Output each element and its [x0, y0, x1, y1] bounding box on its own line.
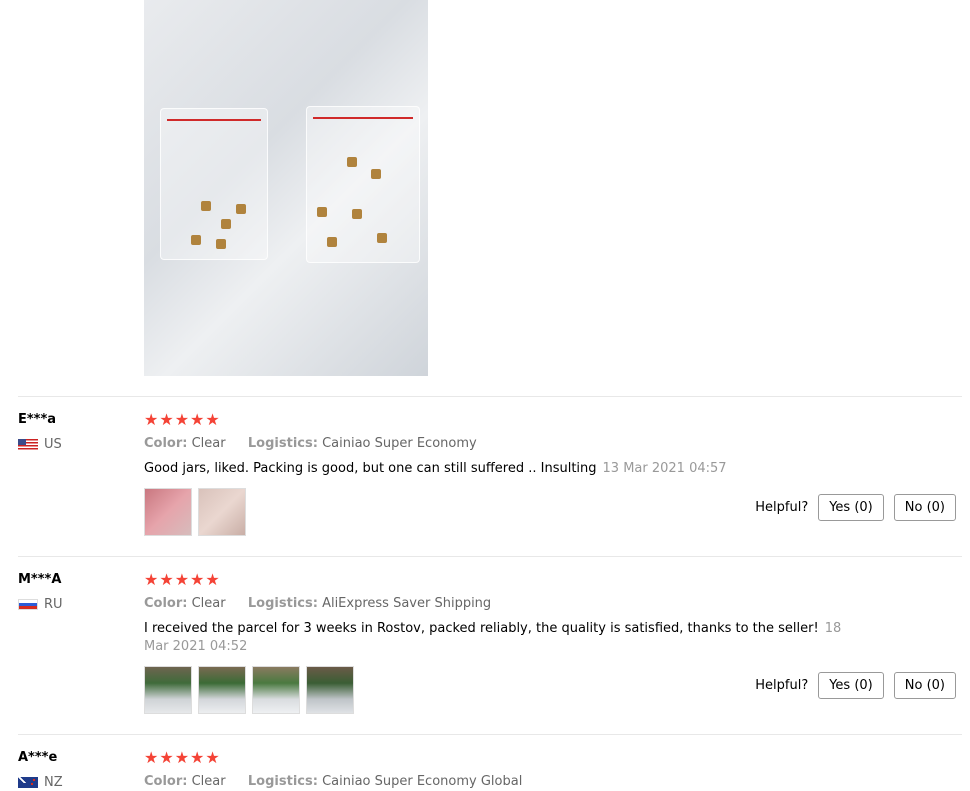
logistics-value: Cainiao Super Economy Global	[322, 774, 523, 789]
review-item: M***A RU ★★★★★ Color: Clear Logistics: A…	[18, 556, 962, 735]
review-thumbnail[interactable]	[198, 488, 246, 536]
color-label: Color:	[144, 596, 188, 611]
country-code: NZ	[44, 775, 63, 790]
color-label: Color:	[144, 774, 188, 789]
reviewer-name: M***A	[18, 572, 62, 587]
review-text-block: Good jars, liked. Packing is good, but o…	[144, 460, 844, 478]
helpful-yes-button[interactable]: Yes (0)	[818, 672, 884, 699]
color-value: Clear	[191, 774, 226, 789]
review-thumbnails	[144, 666, 354, 714]
reviewer-country: US	[18, 437, 62, 452]
logistics-label: Logistics:	[247, 436, 318, 451]
review-item: E***a US ★★★★★ Color: Clear Logistics: C…	[18, 396, 962, 557]
helpful-label: Helpful?	[755, 678, 809, 693]
helpful-no-button[interactable]: No (0)	[893, 494, 956, 521]
star-rating: ★★★★★	[144, 410, 221, 429]
review-date: 13 Mar 2021 04:57	[602, 461, 727, 476]
color-value: Clear	[191, 596, 226, 611]
us-flag-icon	[18, 439, 38, 450]
reviewer-country: NZ	[18, 775, 63, 790]
review-text: Good jars, liked. Packing is good, but o…	[144, 461, 597, 476]
helpful-label: Helpful?	[755, 500, 809, 515]
color-value: Clear	[191, 436, 226, 451]
review-thumbnail[interactable]	[252, 666, 300, 714]
logistics-value: Cainiao Super Economy	[322, 436, 477, 451]
helpful-controls: Helpful? Yes (0) No (0)	[755, 494, 956, 521]
star-rating: ★★★★★	[144, 748, 221, 767]
review-attributes: Color: Clear Logistics: Cainiao Super Ec…	[144, 774, 522, 789]
helpful-controls: Helpful? Yes (0) No (0)	[755, 672, 956, 699]
logistics-label: Logistics:	[247, 596, 318, 611]
review-attributes: Color: Clear Logistics: AliExpress Saver…	[144, 596, 491, 611]
review-thumbnail[interactable]	[144, 666, 192, 714]
review-thumbnail[interactable]	[144, 488, 192, 536]
ru-flag-icon	[18, 599, 38, 610]
logistics-label: Logistics:	[247, 774, 318, 789]
review-item: A***e NZ ★★★★★ Color: Clear Logistics: C…	[18, 734, 962, 791]
helpful-yes-button[interactable]: Yes (0)	[818, 494, 884, 521]
review-text-block: I received the parcel for 3 weeks in Ros…	[144, 620, 844, 656]
reviewer-name: A***e	[18, 750, 58, 765]
review-thumbnails	[144, 488, 246, 536]
review-photo-large[interactable]	[144, 0, 428, 376]
review-attributes: Color: Clear Logistics: Cainiao Super Ec…	[144, 436, 477, 451]
country-code: US	[44, 437, 62, 452]
country-code: RU	[44, 597, 63, 612]
review-thumbnail[interactable]	[306, 666, 354, 714]
star-rating: ★★★★★	[144, 570, 221, 589]
nz-flag-icon	[18, 777, 38, 788]
color-label: Color:	[144, 436, 188, 451]
review-text: I received the parcel for 3 weeks in Ros…	[144, 621, 819, 636]
reviewer-country: RU	[18, 597, 63, 612]
helpful-no-button[interactable]: No (0)	[893, 672, 956, 699]
review-thumbnail[interactable]	[198, 666, 246, 714]
logistics-value: AliExpress Saver Shipping	[322, 596, 492, 611]
reviewer-name: E***a	[18, 412, 57, 427]
